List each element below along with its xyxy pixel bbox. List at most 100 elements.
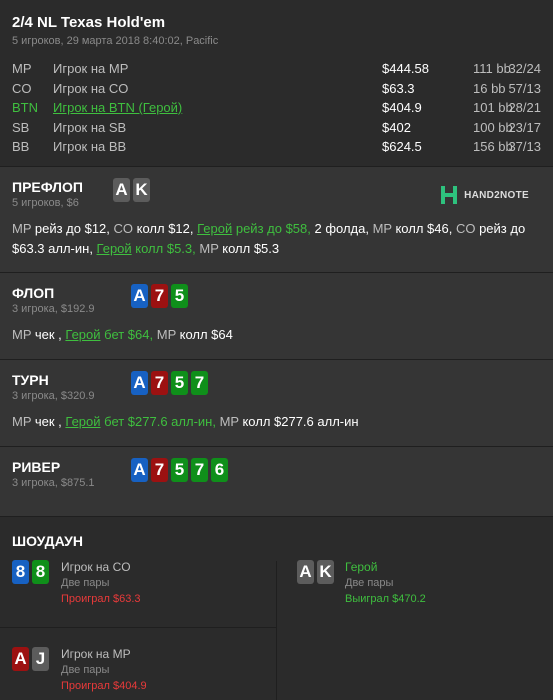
player-name: Игрок на MP — [61, 647, 131, 661]
action-player: MP — [12, 221, 32, 236]
action-text: рейз до $12, — [31, 221, 114, 236]
player-name[interactable]: Игрок на MP — [53, 61, 128, 76]
logo-text: HAND2NOTE — [464, 189, 529, 201]
action-text: чек , — [31, 327, 66, 342]
flop-actions: MP чек , Герой бет $64, MP колл $64 — [12, 325, 541, 345]
player-name[interactable]: Игрок на CO — [53, 81, 128, 96]
action-text: бет $277.6 алл-ин, — [100, 414, 220, 429]
player-stats: 32/24 — [508, 61, 541, 76]
action-text: бет $64, — [100, 327, 157, 342]
action-player: MP — [372, 221, 392, 236]
street-preflop: ПРЕФЛОП 5 игроков, $6 AK HAND2NOTE MP ре… — [0, 166, 553, 272]
player-stack: $63.3 — [382, 80, 415, 96]
playing-card: 7 — [151, 458, 168, 482]
playing-card: 5 — [171, 284, 188, 308]
action-player: MP — [12, 327, 32, 342]
playing-card: J — [32, 647, 49, 671]
action-text: колл $12, — [133, 221, 198, 236]
playing-card: 6 — [211, 458, 228, 482]
player-stack: $624.5 — [382, 139, 422, 154]
playing-card: A — [113, 178, 130, 202]
player-position: SB — [12, 119, 30, 135]
player-stack-bb: 101 bb — [473, 100, 513, 115]
action-player: CO — [455, 221, 476, 236]
player-cards: AK — [297, 560, 334, 584]
player-stack-bb: 156 bb — [473, 139, 513, 154]
preflop-actions: MP рейз до $12, CO колл $12, Герой рейз … — [12, 219, 541, 259]
playing-card: 8 — [12, 560, 29, 584]
board-cards: A75 — [131, 284, 188, 308]
action-player: MP — [199, 241, 219, 256]
player-stats: 37/13 — [508, 139, 541, 154]
playing-card: 5 — [171, 371, 188, 395]
playing-card: K — [133, 178, 150, 202]
player-stats: 57/13 — [508, 80, 541, 96]
playing-card: 7 — [151, 284, 168, 308]
result: Выиграл $470.2 — [345, 593, 426, 605]
playing-card: A — [297, 560, 314, 584]
board-cards: A7576 — [131, 458, 228, 482]
player-position: BB — [12, 139, 30, 154]
playing-card: 5 — [171, 458, 188, 482]
action-player: CO — [113, 221, 134, 236]
player-stack-bb: 111 bb — [473, 61, 511, 76]
player-stack-bb: 100 bb — [473, 119, 513, 135]
street-name: ПРЕФЛОП — [12, 179, 83, 195]
playing-card: 8 — [32, 560, 49, 584]
action-text: колл $64 — [176, 327, 233, 342]
hero-link[interactable]: Герой — [97, 241, 132, 256]
hand-rank: Две пары — [345, 577, 394, 589]
hero-link[interactable]: Герой — [197, 221, 232, 236]
hero-cards: AK — [113, 178, 150, 202]
playing-card: A — [12, 647, 29, 671]
game-subtitle: 5 игроков, 29 марта 2018 8:40:02, Pacifi… — [12, 35, 219, 47]
action-player: MP — [12, 414, 32, 429]
street-info: 3 игрока, $875.1 — [12, 477, 95, 489]
playing-card: A — [131, 371, 148, 395]
playing-card: A — [131, 458, 148, 482]
playing-card: A — [131, 284, 148, 308]
game-title: 2/4 NL Texas Hold'em — [12, 14, 166, 31]
playing-card: K — [317, 560, 334, 584]
player-row: SB Игрок на SB $402 100 bb 23/17 — [12, 120, 541, 140]
hand-rank: Две пары — [61, 664, 110, 676]
player-name[interactable]: Игрок на SB — [53, 120, 126, 135]
action-text: 2 фолда, — [314, 221, 373, 236]
player-stack: $444.58 — [382, 61, 429, 76]
board-cards: A757 — [131, 371, 208, 395]
street-turn: ТУРН 3 игрока, $320.9 A757 MP чек , Геро… — [0, 359, 553, 446]
turn-actions: MP чек , Герой бет $277.6 алл-ин, MP кол… — [12, 412, 541, 432]
players-table: MP Игрок на MP $444.58 111 bb 32/24 CO Игрок н… — [12, 61, 541, 159]
playing-card: 7 — [151, 371, 168, 395]
hand-header: 2/4 NL Texas Hold'em 5 игроков, 29 марта… — [0, 0, 553, 166]
player-name: Игрок на CO — [61, 560, 131, 574]
street-river: РИВЕР 3 игрока, $875.1 A7576 — [0, 446, 553, 516]
action-player: MP — [156, 327, 176, 342]
showdown-section: ШОУДАУН 88 Игрок на CO Две пары Проиграл… — [0, 516, 553, 700]
player-name[interactable]: Игрок на BTN (Герой) — [53, 100, 182, 115]
divider — [0, 627, 276, 628]
player-stack: $402 — [382, 119, 411, 135]
action-text: колл $5.3 — [218, 241, 280, 256]
player-name: Герой — [345, 560, 378, 574]
player-name[interactable]: Игрок на BB — [53, 139, 126, 154]
player-stack: $404.9 — [382, 100, 422, 115]
action-text: колл $46, — [391, 221, 456, 236]
street-info: 3 игрока, $320.9 — [12, 390, 95, 402]
street-info: 5 игроков, $6 — [12, 197, 79, 209]
street-name: ФЛОП — [12, 285, 55, 301]
player-stack-bb: 16 bb — [473, 80, 506, 96]
street-flop: ФЛОП 3 игрока, $192.9 A75 MP чек , Герой… — [0, 272, 553, 359]
player-position: CO — [12, 80, 32, 96]
player-row: BB Игрок на BB $624.5 156 bb 37/13 — [12, 139, 541, 159]
hero-link[interactable]: Герой — [65, 327, 100, 342]
player-position: BTN — [12, 100, 38, 115]
player-cards: AJ — [12, 647, 49, 671]
action-text: колл $277.6 алл-ин — [238, 414, 359, 429]
action-text: колл $5.3, — [131, 241, 200, 256]
player-position: MP — [12, 61, 32, 76]
result: Проиграл $63.3 — [61, 593, 141, 605]
hero-link[interactable]: Герой — [65, 414, 100, 429]
playing-card: 7 — [191, 458, 208, 482]
street-name: РИВЕР — [12, 459, 61, 475]
